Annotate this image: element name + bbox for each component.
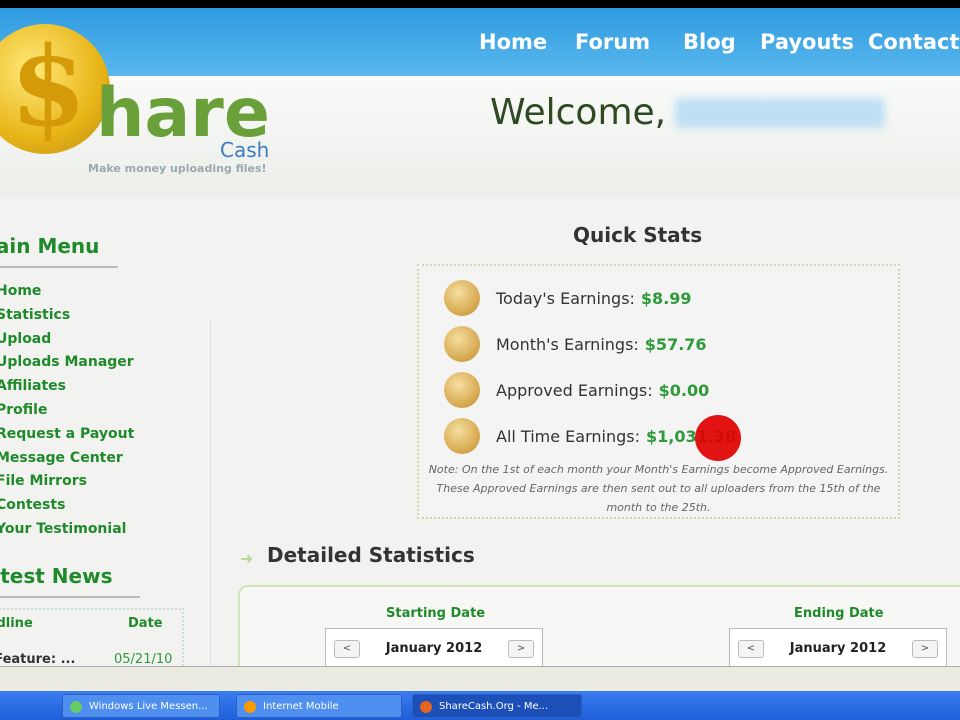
menu-upload[interactable]: Upload [0, 331, 134, 355]
stat-label: Approved Earnings: [496, 380, 653, 400]
news-headline[interactable]: New Feature: ... [0, 652, 75, 667]
firefox-icon [420, 701, 432, 713]
next-month-button[interactable]: > [912, 640, 938, 658]
browser-status-bar [0, 666, 960, 691]
menu-file-mirrors[interactable]: File Mirrors [0, 473, 134, 497]
menu-message-center[interactable]: Message Center [0, 450, 134, 474]
arrow-icon: ➜ [240, 549, 254, 568]
divider [0, 596, 140, 598]
logo-tagline: Make money uploading files! [88, 162, 267, 175]
top-nav: Home Forum Blog Payouts Contact [0, 8, 960, 76]
coin-icon [444, 372, 480, 408]
nav-payouts[interactable]: Payouts [760, 30, 854, 54]
main-menu-title: Main Menu [0, 234, 100, 258]
menu-uploads-manager[interactable]: Uploads Manager [0, 354, 134, 378]
app-icon [244, 701, 256, 713]
stat-row: Approved Earnings: $0.00 [444, 370, 709, 410]
menu-contests[interactable]: Contests [0, 497, 134, 521]
news-header-date: Date [128, 616, 163, 631]
taskbar-internet-mobile[interactable]: Internet Mobile [236, 694, 402, 718]
news-table: Headline Date New Feature: ... 05/21/10 [0, 608, 184, 670]
menu-home[interactable]: Home [0, 283, 134, 307]
logo-dollar: $ [10, 22, 87, 151]
menu-profile[interactable]: Profile [0, 402, 134, 426]
end-date-label: Ending Date [794, 606, 884, 621]
nav-blog[interactable]: Blog [683, 30, 736, 54]
taskbar-messenger[interactable]: Windows Live Messen... [62, 694, 220, 718]
news-date: 05/21/10 [114, 652, 173, 667]
stat-value: $8.99 [640, 288, 692, 308]
taskbar-firefox[interactable]: ShareCash.Org - Me... [412, 694, 582, 718]
quick-stats-box: Today's Earnings: $8.99 Month's Earnings:… [417, 264, 900, 519]
stat-label: Today's Earnings: [496, 288, 635, 308]
start-date-label: Starting Date [386, 606, 486, 621]
username-blurred [675, 98, 885, 128]
latest-news-title: Latest News [0, 564, 113, 588]
stat-label: All Time Earnings: [496, 426, 640, 446]
menu-statistics[interactable]: Statistics [0, 307, 134, 331]
quick-stats-title: Quick Stats [573, 223, 703, 247]
nav-forum[interactable]: Forum [575, 30, 650, 54]
logo-cash: Cash [220, 138, 270, 162]
taskbar: Windows Live Messen... Internet Mobile S… [0, 691, 960, 720]
coin-icon [444, 280, 480, 316]
end-date-picker: < January 2012 > [729, 628, 947, 668]
news-header-headline: Headline [0, 616, 33, 631]
divider [0, 266, 118, 268]
stat-label: Month's Earnings: [496, 334, 639, 354]
nav-home[interactable]: Home [479, 30, 547, 54]
earnings-note: Note: On the 1st of each month your Mont… [428, 463, 889, 514]
stat-row: Month's Earnings: $57.76 [444, 324, 707, 364]
next-month-button[interactable]: > [508, 640, 534, 658]
main-menu: Home Statistics Upload Uploads Manager A… [0, 283, 134, 545]
messenger-icon [70, 701, 82, 713]
detailed-stats-title: Detailed Statistics [267, 543, 475, 567]
cursor-highlight [695, 415, 741, 461]
stat-row: All Time Earnings: $1,031.38 [444, 416, 736, 456]
menu-testimonial[interactable]: Your Testimonial [0, 521, 134, 545]
nav-contact[interactable]: Contact [868, 30, 960, 54]
welcome-text: Welcome, [490, 92, 667, 133]
top-border [0, 0, 960, 8]
stat-value: $0.00 [658, 380, 710, 400]
stat-row: Today's Earnings: $8.99 [444, 278, 692, 318]
start-date-picker: < January 2012 > [325, 628, 543, 668]
divider [210, 320, 211, 665]
menu-affiliates[interactable]: Affiliates [0, 378, 134, 402]
coin-icon [444, 418, 480, 454]
coin-icon [444, 326, 480, 362]
menu-request-payout[interactable]: Request a Payout [0, 426, 134, 450]
stat-value: $57.76 [644, 334, 707, 354]
